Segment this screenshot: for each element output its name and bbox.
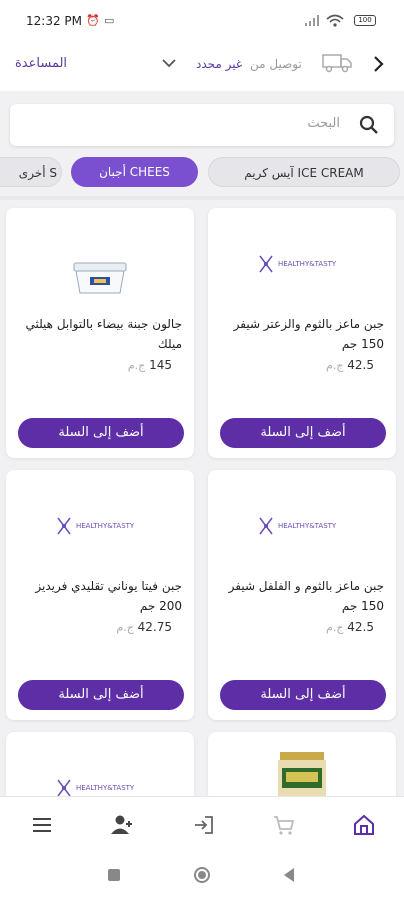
back-chevron-icon[interactable] [370,54,386,74]
cart-icon[interactable] [272,813,296,837]
product-image: HEALTHY&TASTY [252,506,352,546]
alarm-icon: ⏰ [86,14,100,27]
product-card[interactable]: جالون جبنة بيضاء بالتوابل هيلثي ميلك 145… [6,208,194,458]
product-price: 42.5 ج.م [326,358,374,372]
search-placeholder: البحث [307,116,340,131]
status-time: 12:32 PM [26,14,82,28]
delivery-label: توصيل من [250,57,302,71]
jar-image-icon [278,752,326,802]
product-name: جالون جبنة بيضاء بالتوابل هيلثي ميلك [25,317,182,351]
chip-cheese[interactable]: أجبان CHEES [71,157,198,187]
product-image: HEALTHY&TASTY [50,506,150,546]
category-chips: آيس كريم ICE CREAM أجبان CHEES أخرى S [0,157,404,191]
product-image [50,258,150,298]
svg-text:HEALTHY&TASTY: HEALTHY&TASTY [278,522,337,530]
product-price: 145 ج.م [127,358,172,372]
healthy-tasty-logo-icon: HEALTHY&TASTY [57,517,135,535]
account-icon[interactable] [110,813,134,837]
svg-text:HEALTHY&TASTY: HEALTHY&TASTY [76,784,135,792]
wifi-icon [326,14,344,27]
product-card[interactable]: HEALTHY&TASTY [6,732,194,802]
product-card[interactable] [208,732,396,802]
status-bar: 12:32 PM ⏰ ▭ 100 [0,0,404,44]
bottom-navigation [0,796,404,852]
home-icon[interactable] [352,813,376,837]
add-to-cart-button[interactable]: أضف إلى السلة [220,418,386,448]
add-to-cart-button[interactable]: أضف إلى السلة [220,680,386,710]
product-image: HEALTHY&TASTY [252,244,352,284]
screen-icon: ▭ [104,14,115,27]
svg-text:HEALTHY&TASTY: HEALTHY&TASTY [278,260,337,268]
help-link[interactable]: المساعدة [15,56,67,71]
healthy-tasty-logo-icon: HEALTHY&TASTY [259,255,337,273]
product-price: 42.5 ج.م [326,620,374,634]
search-input[interactable]: البحث [10,104,394,146]
product-card[interactable]: HEALTHY&TASTY جبن ماعز بالثوم و الفلفل ش… [208,470,396,720]
recents-icon[interactable] [107,868,121,882]
chip-ice-cream[interactable]: آيس كريم ICE CREAM [208,157,400,187]
chevron-down-icon[interactable] [160,54,178,72]
healthy-tasty-logo-icon: HEALTHY&TASTY [259,517,337,535]
product-card[interactable]: HEALTHY&TASTY جبن فيتا يوناني تقليدي فري… [6,470,194,720]
chip-other[interactable]: أخرى S [0,157,62,187]
battery-icon: 100 [354,15,376,26]
product-name: جبن فيتا يوناني تقليدي فريديز 200 جم [35,579,182,613]
product-name: جبن ماعز بالثوم و الفلفل شيفر 150 جم [228,579,384,613]
login-icon[interactable] [192,813,216,837]
top-header: المساعدة غير محدد توصيل من [0,44,404,92]
delivery-location-value[interactable]: غير محدد [196,57,242,71]
product-card[interactable]: HEALTHY&TASTY جبن ماعز بالثوم والزعتر شي… [208,208,396,458]
divider [0,196,404,200]
home-button-icon[interactable] [193,866,211,884]
signal-icon [305,15,319,26]
menu-icon[interactable] [30,813,54,837]
add-to-cart-button[interactable]: أضف إلى السلة [18,680,184,710]
product-name: جبن ماعز بالثوم والزعتر شيفر 150 جم [233,317,384,351]
search-icon[interactable] [358,114,380,136]
truck-icon [322,54,352,73]
add-to-cart-button[interactable]: أضف إلى السلة [18,418,184,448]
product-price: 42.75 ج.م [116,620,172,634]
back-button-icon[interactable] [282,867,296,883]
svg-text:HEALTHY&TASTY: HEALTHY&TASTY [76,522,135,530]
system-navigation-bar [0,852,404,900]
cheese-tub-icon [73,262,127,294]
